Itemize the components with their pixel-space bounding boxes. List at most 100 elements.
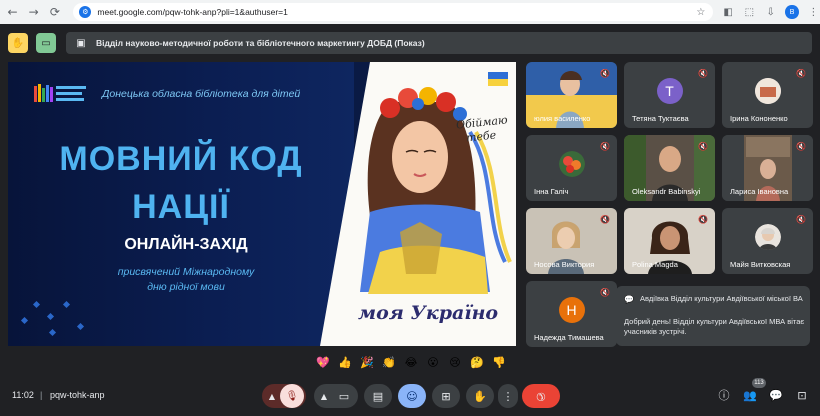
participant-name: Інна Галіч <box>534 187 569 196</box>
participant-name: Майя Витковская <box>730 260 791 269</box>
mic-off-icon: 🔇 <box>600 68 610 78</box>
participant-tile[interactable]: 🔇 Лариса Іванoвна <box>722 135 813 201</box>
bookmark-star-icon[interactable]: ☆ <box>696 7 705 18</box>
slide-description-line1: присвячений Міжнародному <box>117 266 255 278</box>
browser-toolbar: ← → ⟳ ⚙ meet.google.com/pqw-tohk-anp?pli… <box>0 0 820 24</box>
library-logo <box>34 84 86 102</box>
chat-sender: Авдіївка Відділ культури Авдіївської міс… <box>640 294 803 303</box>
reaction-heart-icon[interactable]: 💖 <box>312 351 334 373</box>
participant-tile[interactable]: 🔇 Ірина Кононенко <box>722 62 813 128</box>
participant-avatar: Н <box>558 297 585 323</box>
reactions-button[interactable]: ☺ <box>398 384 426 408</box>
participant-tile[interactable]: 🔇 Інна Галіч <box>526 135 617 201</box>
reaction-thumbs-up-icon[interactable]: 👍 <box>334 351 356 373</box>
people-button[interactable]: 👥 <box>742 387 758 403</box>
meeting-details-button[interactable]: ⓘ <box>716 387 732 403</box>
downloads-icon[interactable]: ⇩ <box>764 5 777 19</box>
chat-bubble-icon: 💬 <box>624 295 634 304</box>
extension-icon[interactable]: ◧ <box>721 5 734 19</box>
participant-tile[interactable]: Н 🔇 Надежда Тимашева <box>526 281 617 347</box>
mic-off-icon: 🔇 <box>796 141 806 151</box>
more-options-button[interactable]: ⋮ <box>498 384 518 408</box>
camera-toggle[interactable]: ▲ ▭ <box>314 384 358 408</box>
info-icon[interactable]: ⓘ <box>719 387 730 403</box>
back-arrow-icon[interactable]: ← <box>4 3 21 21</box>
camera-icon[interactable]: ▭ <box>332 390 356 403</box>
chevron-up-icon[interactable]: ▲ <box>264 392 280 401</box>
mic-off-icon: 🔇 <box>600 287 610 297</box>
mic-off-icon: 🔇 <box>600 214 610 224</box>
participant-avatar <box>754 78 781 104</box>
reaction-thinking-icon[interactable]: 🤔 <box>466 351 488 373</box>
participant-count-badge: 113 <box>752 378 766 388</box>
reload-icon[interactable]: ⟳ <box>46 3 63 21</box>
hand-raise-notification-icon[interactable]: ✋ <box>8 33 28 53</box>
chat-message-text: Добрий день! Відділ культури Авдіївської… <box>624 317 805 336</box>
chat-message-toast[interactable]: 💬 Авдіївка Відділ культури Авдіївської м… <box>616 286 810 346</box>
reaction-laugh-icon[interactable]: 😂 <box>400 351 422 373</box>
reaction-clap-icon[interactable]: 👏 <box>378 351 400 373</box>
meeting-code: pqw-tohk-anp <box>50 390 105 400</box>
more-vert-icon[interactable]: ⋮ <box>503 390 514 403</box>
reaction-party-icon[interactable]: 🎉 <box>356 351 378 373</box>
address-bar[interactable]: ⚙ meet.google.com/pqw-tohk-anp?pli=1&aut… <box>73 3 714 21</box>
mic-off-icon: 🔇 <box>796 214 806 224</box>
slide-org-name: Донецька обласна бібліотека для дітей <box>102 88 301 100</box>
mic-off-icon: 🔇 <box>796 68 806 78</box>
reactions-bar: 💖 👍 🎉 👏 😂 😮 😢 🤔 👎 <box>312 351 510 373</box>
puzzle-icon[interactable]: ⬚ <box>743 5 756 19</box>
participant-name: Polina Magda <box>632 260 678 269</box>
participant-avatar <box>558 151 585 177</box>
participant-name: Oleksandr Babinskyi <box>632 187 701 196</box>
participant-tile[interactable]: 🔇 Oleksandr Babinskyi <box>624 135 715 201</box>
participant-tile[interactable]: 🔇 юлия василенко <box>526 62 617 128</box>
microphone-toggle[interactable]: ▲ 🎙 <box>262 384 306 408</box>
people-icon[interactable]: 👥 <box>743 389 757 402</box>
present-button[interactable]: ⊞ <box>432 384 460 408</box>
hand-icon[interactable]: ✋ <box>473 390 487 403</box>
participant-tile[interactable]: 🔇 Майя Витковская <box>722 208 813 274</box>
captions-icon[interactable]: ▤ <box>373 390 383 403</box>
decor-diamond <box>46 312 55 321</box>
presentation-title: Відділ науково-методичної роботи та бібл… <box>96 38 425 48</box>
participant-avatar: T <box>656 78 683 104</box>
participant-tile[interactable]: 🔇 Polina Magda <box>624 208 715 274</box>
end-call-icon[interactable]: ✆ <box>533 388 549 404</box>
chat-icon[interactable]: 💬 <box>769 389 783 402</box>
mic-off-icon: 🔇 <box>698 141 708 151</box>
slide-title-line1: МОВНИЙ КОД <box>59 140 303 178</box>
chat-button[interactable]: 💬 <box>768 387 784 403</box>
captions-button[interactable]: ▤ <box>364 384 392 408</box>
slide-left-panel: Донецька обласна бібліотека для дітей МО… <box>8 62 354 346</box>
participant-tile[interactable]: T 🔇 Тетяна Туктаєва <box>624 62 715 128</box>
forward-arrow-icon[interactable]: → <box>25 3 42 21</box>
participant-avatar <box>754 224 781 250</box>
raise-hand-button[interactable]: ✋ <box>466 384 494 408</box>
profile-avatar[interactable]: B <box>785 5 799 19</box>
participant-name: Тетяна Туктаєва <box>632 114 689 123</box>
mic-off-icon: 🔇 <box>600 141 610 151</box>
slide-description-line2: дню рідної мови <box>147 281 225 293</box>
participant-tile[interactable]: 🔇 Носова Виктория <box>526 208 617 274</box>
reaction-sad-icon[interactable]: 😢 <box>444 351 466 373</box>
url-text[interactable]: meet.google.com/pqw-tohk-anp?pli=1&authu… <box>97 7 696 17</box>
reaction-surprised-icon[interactable]: 😮 <box>422 351 444 373</box>
meet-control-bar: 11:02 | pqw-tohk-anp ▲ 🎙 ▲ ▭ ▤ ☺ ⊞ ✋ ⋮ ✆… <box>0 376 820 416</box>
site-info-icon[interactable]: ⚙ <box>79 6 92 18</box>
present-screen-icon[interactable]: ⊞ <box>441 390 450 403</box>
chevron-up-icon[interactable]: ▲ <box>316 392 332 401</box>
activities-icon[interactable]: ⊡ <box>797 389 806 402</box>
reaction-thumbs-down-icon[interactable]: 👎 <box>488 351 510 373</box>
participant-name: Ірина Кононенко <box>730 114 788 123</box>
menu-dots-icon[interactable]: ⋮ <box>807 5 820 19</box>
participant-name: Надежда Тимашева <box>534 333 604 342</box>
leave-call-button[interactable]: ✆ <box>522 384 560 408</box>
separator: | <box>40 390 43 400</box>
activities-button[interactable]: ⊡ <box>794 387 810 403</box>
participant-name: Носова Виктория <box>534 260 595 269</box>
emoji-icon[interactable]: ☺ <box>406 390 417 403</box>
present-mode-icon[interactable]: ▭ <box>36 33 56 53</box>
meeting-clock: 11:02 <box>12 390 34 400</box>
meet-top-bar: ✋ ▭ ▣ Відділ науково-методичної роботи т… <box>0 24 820 60</box>
mic-off-icon[interactable]: 🎙 <box>280 384 304 408</box>
